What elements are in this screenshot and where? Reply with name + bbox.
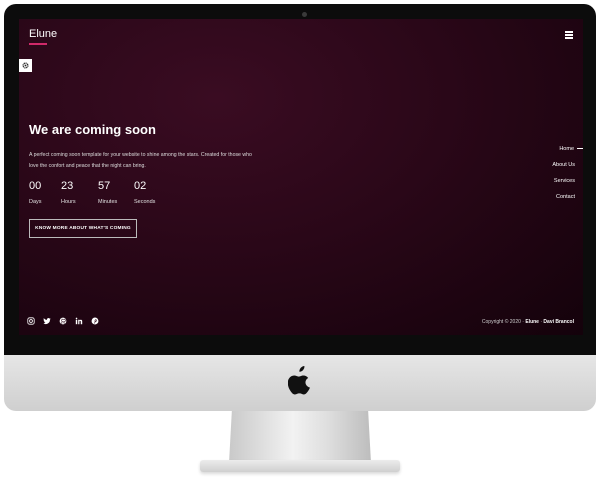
countdown-label: Days <box>29 199 42 205</box>
countdown-value: 00 <box>29 180 42 192</box>
imac-stand <box>229 411 371 463</box>
instagram-icon[interactable] <box>27 317 35 325</box>
copyright-text: Copyright © 2020 · Elune · Davi Brancol <box>482 319 574 325</box>
countdown-value: 57 <box>98 180 111 192</box>
brand-underline <box>29 43 47 45</box>
github-icon[interactable] <box>59 317 67 325</box>
copyright-prefix: Copyright © 2020 · <box>481 319 526 325</box>
nav-item-about-us[interactable]: About Us <box>523 162 583 178</box>
countdown-label: Hours <box>61 199 76 205</box>
nav-item-home[interactable]: Home <box>523 146 583 162</box>
gear-icon[interactable] <box>19 59 32 72</box>
social-links <box>27 317 99 325</box>
nav-item-label: Home <box>559 146 574 152</box>
countdown-days: 00 Days <box>29 180 61 205</box>
imac-base <box>200 460 400 472</box>
nav-item-services[interactable]: Services <box>523 178 583 194</box>
apple-logo <box>287 366 312 396</box>
imac-device-frame: Elune We are coming soon A perfect comin… <box>0 0 600 479</box>
hero-title: We are coming soon <box>29 122 156 137</box>
countdown-label: Minutes <box>98 199 118 205</box>
brand-logo[interactable]: Elune <box>29 28 57 40</box>
twitter-icon[interactable] <box>43 317 51 325</box>
countdown-label: Seconds <box>134 199 156 205</box>
linkedin-icon[interactable] <box>75 317 83 325</box>
camera-dot <box>302 12 307 17</box>
hero-description: A perfect coming soon template for your … <box>29 152 252 169</box>
copyright-brand: Elune <box>525 319 539 325</box>
copyright-author[interactable]: Davi Brancol <box>543 319 574 325</box>
countdown-value: 02 <box>134 180 147 192</box>
countdown-hours: 23 Hours <box>61 180 98 205</box>
active-indicator <box>577 148 583 150</box>
hamburger-menu-icon[interactable] <box>565 31 573 39</box>
know-more-button[interactable]: KNOW MORE ABOUT WHAT'S COMING <box>29 219 137 238</box>
pinterest-icon[interactable] <box>91 317 99 325</box>
nav-item-contact[interactable]: Contact <box>523 194 583 210</box>
website-screen: Elune We are coming soon A perfect comin… <box>19 19 583 335</box>
countdown-minutes: 57 Minutes <box>98 180 134 205</box>
countdown: 00 Days 23 Hours 57 Minutes 02 Seconds <box>29 180 168 205</box>
side-nav: Home About Us Services Contact <box>523 146 583 210</box>
countdown-value: 23 <box>61 180 74 192</box>
countdown-seconds: 02 Seconds <box>134 180 168 205</box>
